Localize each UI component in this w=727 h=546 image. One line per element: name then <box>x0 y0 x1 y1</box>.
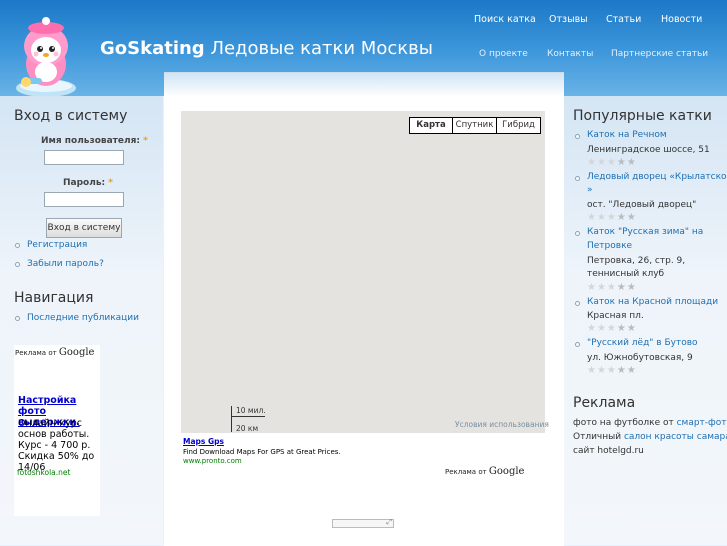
rating-stars[interactable]: ★★★★★ <box>587 212 637 223</box>
center-ad-title[interactable]: Maps Gps <box>183 437 224 446</box>
center-ad-url[interactable]: www.pronto.com <box>183 457 242 465</box>
right-ad-line: сайт hotelgd.ru <box>573 446 644 456</box>
password-field[interactable] <box>44 192 124 207</box>
topnav-item-news[interactable]: Новости <box>661 14 702 25</box>
rink-link[interactable]: Каток на Красной площади <box>587 297 718 307</box>
right-ad-line: Отличный салон красоты самара <box>573 432 727 442</box>
bullet-icon <box>575 301 580 306</box>
map-scale-bar <box>231 406 232 432</box>
center-ad-body: Find Download Maps For GPS at Great Pric… <box>183 448 341 456</box>
right-ad-line: фото на футболке от смарт-фото <box>573 418 727 428</box>
navigation-title: Навигация <box>14 290 94 306</box>
topnav-item-articles[interactable]: Статьи <box>606 14 641 25</box>
login-submit-button[interactable]: Вход в систему <box>46 218 122 238</box>
bullet-icon <box>575 134 580 139</box>
rink-link-cont[interactable]: Петровке <box>587 241 632 251</box>
nav-item-recent-posts[interactable]: Последние публикации <box>27 313 139 323</box>
site-title[interactable]: GoSkating Ледовые катки Москвы <box>100 38 433 59</box>
username-field[interactable] <box>44 150 124 165</box>
right-ad-link[interactable]: салон красоты самара <box>624 432 727 442</box>
rink-address: Петровка, 26, стр. 9, <box>587 256 686 266</box>
rink-link[interactable]: Каток на Речном <box>587 130 667 140</box>
horizontal-scrollbar[interactable]: ⤢ <box>332 518 394 528</box>
popular-rinks-title: Популярные катки <box>573 108 712 124</box>
rating-stars[interactable]: ★★★★★ <box>587 365 637 376</box>
subnav-item-contacts[interactable]: Контакты <box>547 49 593 59</box>
map-scale-miles: 10 мил. <box>236 406 266 415</box>
rink-address: ул. Южнобутовская, 9 <box>587 353 693 363</box>
left-ad-line: Курс - 4 700 р. <box>18 440 91 451</box>
topnav-item-reviews[interactable]: Отзывы <box>549 14 588 25</box>
bullet-icon <box>15 262 20 267</box>
rink-address: Красная пл. <box>587 311 644 321</box>
subnav-item-partner-articles[interactable]: Партнерские статьи <box>611 49 708 59</box>
right-ad-title: Реклама <box>573 395 636 411</box>
content-top-bar <box>164 73 564 97</box>
username-label: Имя пользователя: * <box>41 136 148 146</box>
left-ad-url[interactable]: fotoshkola.net <box>17 468 70 477</box>
left-ad-line: Онлайн-курс <box>18 418 83 429</box>
ads-by-google-label[interactable]: Реклама от Google <box>15 347 94 358</box>
register-link[interactable]: Регистрация <box>27 240 87 250</box>
rating-stars[interactable]: ★★★★★ <box>587 323 637 334</box>
bullet-icon <box>575 176 580 181</box>
topnav-item-search[interactable]: Поиск катка <box>474 14 536 25</box>
penguin-mascot-logo[interactable] <box>14 16 78 100</box>
forgot-password-link[interactable]: Забыли пароль? <box>27 259 104 269</box>
rink-address: ост. "Ледовый дворец" <box>587 200 697 210</box>
map-type-map-button[interactable]: Карта <box>409 117 453 134</box>
rink-address: Ленинградское шоссе, 51 <box>587 145 710 155</box>
bullet-icon <box>575 342 580 347</box>
map-terms-link[interactable]: Условия использования <box>455 420 549 429</box>
rink-link[interactable]: Каток "Русская зима" на <box>587 227 703 237</box>
rink-link[interactable]: "Русский лёд" в Бутово <box>587 338 698 348</box>
google-map[interactable] <box>181 111 545 433</box>
login-title: Вход в систему <box>14 108 128 124</box>
map-type-satellite-button[interactable]: Спутник <box>452 117 497 134</box>
ads-by-google-label[interactable]: Реклама от Google <box>445 466 524 477</box>
right-ad-link[interactable]: смарт-фото <box>677 418 727 428</box>
left-ad-line: Скидка 50% до <box>18 451 95 462</box>
rink-address-cont: теннисный клуб <box>587 269 665 279</box>
rating-stars[interactable]: ★★★★★ <box>587 282 637 293</box>
rating-stars[interactable]: ★★★★★ <box>587 157 637 168</box>
map-type-hybrid-button[interactable]: Гибрид <box>496 117 541 134</box>
map-scale-bar <box>231 416 265 417</box>
bullet-icon <box>15 316 20 321</box>
bullet-icon <box>15 243 20 248</box>
rink-link-cont[interactable]: » <box>587 185 593 195</box>
map-scale-km: 20 км <box>236 424 259 433</box>
left-ad-block: Реклама от Google Настройка фото выдержк… <box>14 345 100 516</box>
rink-link[interactable]: Ледовый дворец «Крылатское <box>587 172 727 182</box>
subnav-item-about[interactable]: О проекте <box>479 49 528 59</box>
bullet-icon <box>575 231 580 236</box>
left-ad-line: основ работы. <box>18 429 90 440</box>
resize-arrow-icon: ⤢ <box>386 518 392 526</box>
password-label: Пароль: * <box>63 178 113 188</box>
